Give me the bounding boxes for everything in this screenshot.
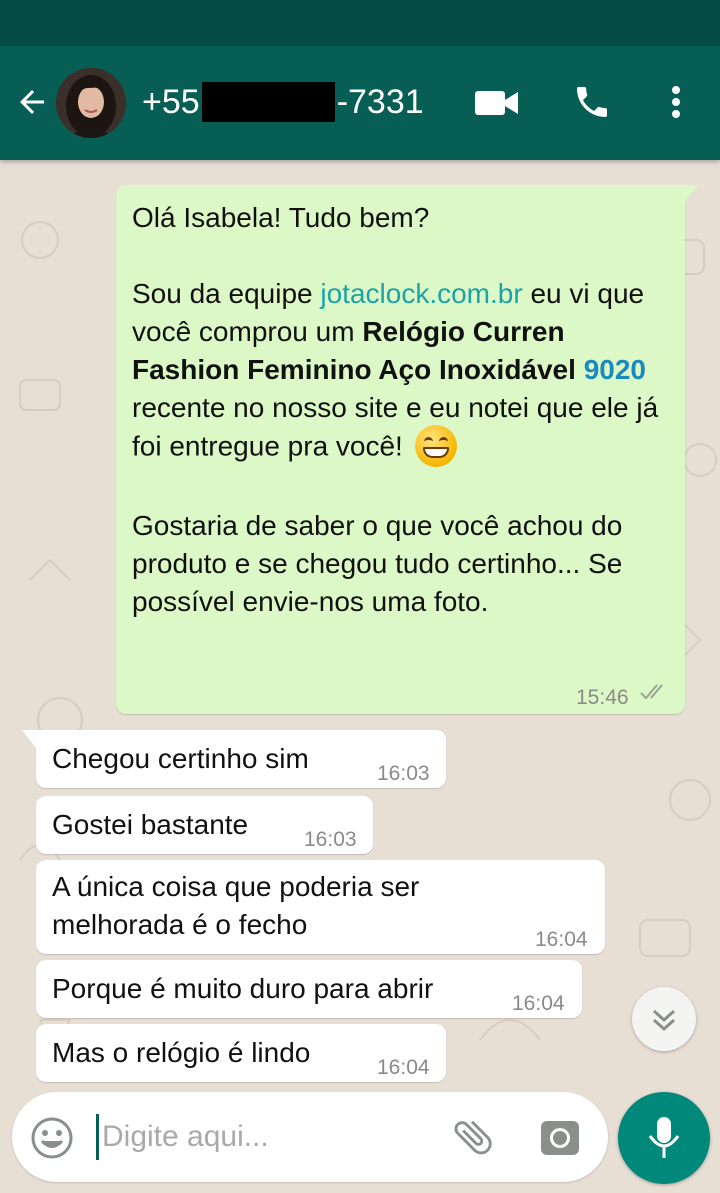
message-text: Gostei bastante xyxy=(52,809,249,840)
contact-name[interactable]: +55 -7331 xyxy=(142,82,424,122)
video-camera-icon xyxy=(475,91,518,115)
voice-record-button[interactable] xyxy=(618,1092,710,1184)
incoming-bubble-tail xyxy=(22,730,36,748)
more-vertical-icon xyxy=(672,86,680,118)
status-bar xyxy=(0,0,720,46)
contact-number-suffix: -7331 xyxy=(336,83,424,121)
contact-number-prefix: +55 xyxy=(142,83,200,121)
redaction-bar xyxy=(201,82,335,122)
back-button[interactable] xyxy=(14,84,50,120)
contact-avatar[interactable] xyxy=(56,68,126,138)
message-text: Porque é muito duro para abrir xyxy=(52,973,434,1004)
incoming-message[interactable]: Chegou certinho sim 16:03 xyxy=(36,730,446,788)
message-text: Chegou certinho sim xyxy=(52,743,309,774)
greeting-paragraph: Olá Isabela! Tudo bem? xyxy=(132,202,430,233)
incoming-message[interactable]: Porque é muito duro para abrir 16:04 xyxy=(36,960,582,1018)
chat-header: +55 -7331 xyxy=(0,46,720,160)
message-time: 16:03 xyxy=(377,762,430,785)
message-text: A única coisa que poderia ser melhorada … xyxy=(52,871,420,940)
intro-text: Sou da equipe xyxy=(132,278,321,309)
feedback-paragraph: Gostaria de saber o que você achou do pr… xyxy=(132,510,623,617)
voice-call-button[interactable] xyxy=(572,82,612,122)
message-body: Olá Isabela! Tudo bem? Sou da equipe jot… xyxy=(132,199,672,621)
incoming-message[interactable]: Gostei bastante 16:03 xyxy=(36,796,373,854)
message-time: 16:04 xyxy=(512,992,565,1015)
double-chevron-down-icon xyxy=(652,1009,676,1032)
grinning-face-emoji xyxy=(414,425,457,467)
message-time: 16:04 xyxy=(535,928,588,951)
message-compose-bar xyxy=(12,1092,608,1182)
message-time: 15:46 xyxy=(576,686,629,709)
attach-button[interactable] xyxy=(450,1114,496,1160)
delivery-text: recente no nosso site e eu notei que ele… xyxy=(132,392,659,462)
emoji-button[interactable] xyxy=(30,1116,74,1160)
camera-icon xyxy=(541,1121,579,1155)
message-input[interactable] xyxy=(102,1112,402,1162)
arrow-left-icon xyxy=(20,90,44,114)
phone-icon xyxy=(577,87,607,117)
outgoing-bubble-tail xyxy=(684,185,698,203)
double-check-icon xyxy=(640,684,663,700)
video-call-button[interactable] xyxy=(474,86,520,120)
paperclip-icon xyxy=(454,1120,492,1155)
product-model-number[interactable]: 9020 xyxy=(584,354,646,385)
incoming-message[interactable]: Mas o relógio é lindo 16:04 xyxy=(36,1024,446,1082)
smiley-icon xyxy=(31,1117,73,1159)
chat-area[interactable]: Olá Isabela! Tudo bem? Sou da equipe jot… xyxy=(0,160,720,1193)
outgoing-message[interactable]: Olá Isabela! Tudo bem? Sou da equipe jot… xyxy=(116,185,685,714)
avatar-photo xyxy=(56,68,126,138)
product-space xyxy=(576,354,584,385)
scroll-to-bottom-button[interactable] xyxy=(632,987,696,1051)
camera-button[interactable] xyxy=(540,1118,580,1158)
purchase-paragraph: Sou da equipe jotaclock.com.br eu vi que… xyxy=(132,275,672,469)
message-time: 16:04 xyxy=(377,1056,430,1079)
microphone-icon xyxy=(648,1117,680,1158)
store-link[interactable]: jotaclock.com.br xyxy=(320,278,522,309)
more-options-button[interactable] xyxy=(664,82,688,122)
incoming-message[interactable]: A única coisa que poderia ser melhorada … xyxy=(36,860,605,954)
text-cursor xyxy=(96,1114,99,1160)
message-text: Mas o relógio é lindo xyxy=(52,1037,311,1068)
message-time: 16:03 xyxy=(304,828,357,851)
emoji-mouth xyxy=(422,447,449,458)
